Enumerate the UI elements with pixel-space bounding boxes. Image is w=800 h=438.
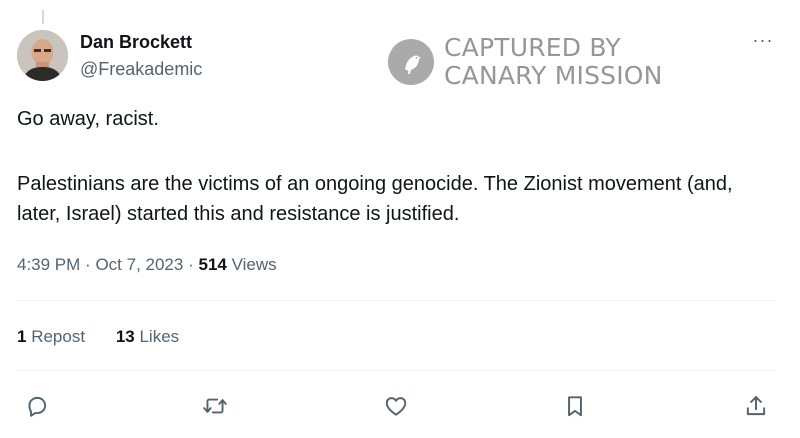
watermark-line-1: CAPTURED BY bbox=[444, 33, 621, 62]
tweet-paragraph: Go away, racist. bbox=[17, 108, 159, 130]
likes-label: Likes bbox=[139, 327, 180, 346]
divider bbox=[17, 300, 775, 301]
repost-button[interactable] bbox=[201, 392, 229, 420]
likes-stat[interactable]: 13 Likes bbox=[116, 327, 179, 346]
watermark-text: CAPTURED BY CANARY MISSION bbox=[444, 34, 663, 90]
reposts-label: Repost bbox=[31, 327, 86, 346]
tweet-date[interactable]: Oct 7, 2023 bbox=[95, 255, 183, 274]
canary-logo-icon bbox=[388, 39, 434, 85]
reply-icon bbox=[28, 396, 47, 417]
like-button[interactable] bbox=[382, 392, 410, 420]
reposts-stat[interactable]: 1 Repost bbox=[17, 327, 85, 346]
tweet-time[interactable]: 4:39 PM bbox=[17, 255, 80, 274]
divider bbox=[17, 370, 775, 371]
likes-count: 13 bbox=[115, 327, 135, 346]
tweet-text: Go away, racist. Palestinians are the vi… bbox=[17, 104, 777, 229]
views-label: Views bbox=[231, 255, 277, 274]
meta-separator: · bbox=[85, 255, 91, 274]
share-button[interactable] bbox=[742, 392, 770, 420]
author-handle[interactable]: @Freakademic bbox=[80, 59, 202, 80]
thread-connector-line bbox=[42, 10, 44, 24]
tweet-card: Dan Brockett @Freakademic CAPTURED BY CA… bbox=[0, 0, 800, 438]
bookmark-button[interactable] bbox=[561, 392, 589, 420]
heart-icon bbox=[385, 397, 407, 416]
reply-button[interactable] bbox=[23, 392, 51, 420]
repost-icon bbox=[203, 398, 227, 414]
meta-separator: · bbox=[188, 255, 194, 274]
watermark: CAPTURED BY CANARY MISSION bbox=[388, 34, 663, 90]
tweet-meta: 4:39 PM · Oct 7, 2023 · 514 Views bbox=[17, 255, 277, 275]
reposts-count: 1 bbox=[17, 327, 27, 346]
watermark-line-2: CANARY MISSION bbox=[444, 61, 663, 90]
author-name[interactable]: Dan Brockett bbox=[80, 32, 192, 53]
more-options-button[interactable]: ··· bbox=[748, 28, 778, 52]
bookmark-icon bbox=[568, 396, 582, 417]
share-icon bbox=[746, 396, 766, 416]
views-count: 514 bbox=[198, 255, 227, 274]
tweet-paragraph: Palestinians are the victims of an ongoi… bbox=[17, 173, 733, 225]
avatar[interactable] bbox=[17, 30, 68, 81]
engagement-stats: 1 Repost 13 Likes bbox=[17, 327, 205, 347]
